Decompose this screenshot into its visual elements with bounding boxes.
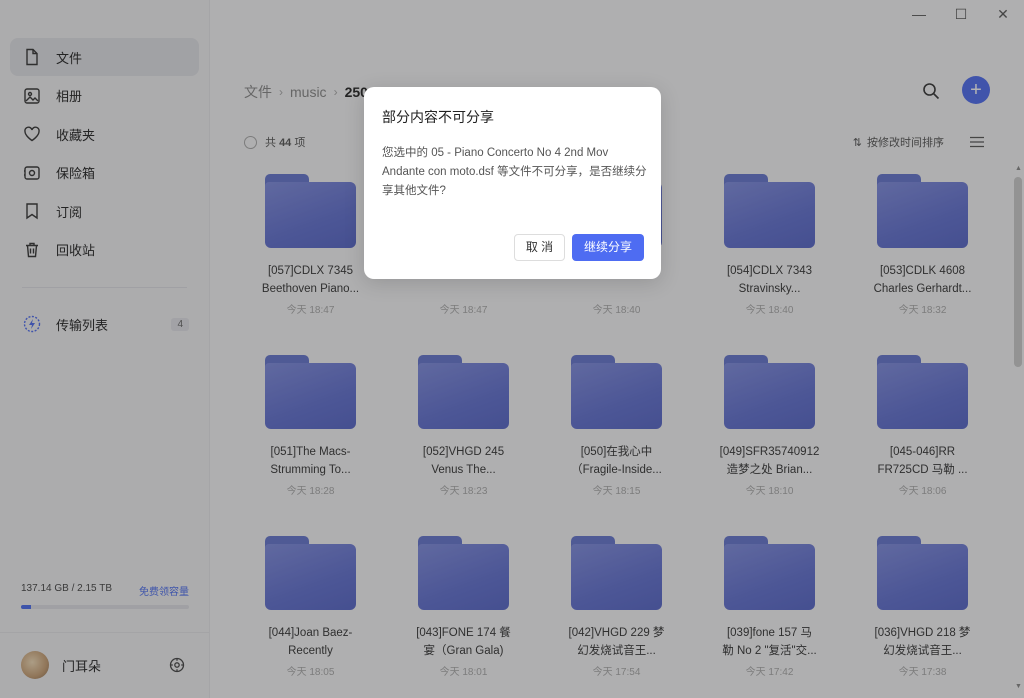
dialog-title: 部分内容不可分享 [382, 109, 494, 125]
dialog-message: 您选中的 05 - Piano Concerto No 4 2nd Mov An… [382, 147, 647, 197]
cancel-button[interactable]: 取 消 [514, 234, 565, 261]
share-warning-dialog: 部分内容不可分享 您选中的 05 - Piano Concerto No 4 2… [364, 87, 661, 279]
continue-share-button[interactable]: 继续分享 [572, 234, 644, 261]
